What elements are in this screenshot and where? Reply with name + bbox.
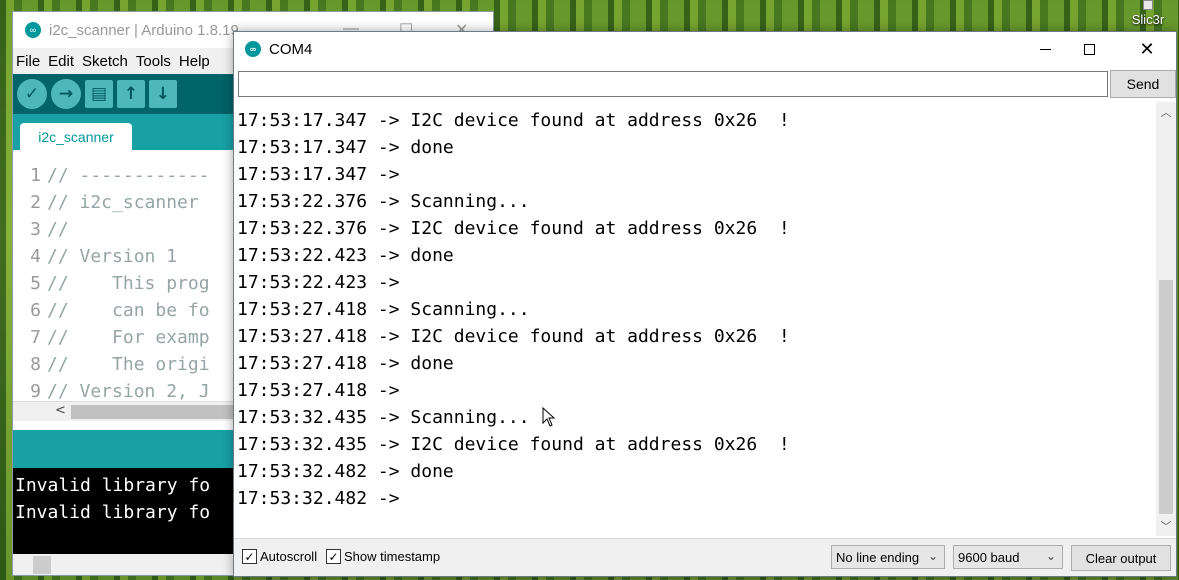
- arrow-down-icon: ↓: [155, 84, 171, 104]
- code-text: // Version 1: [47, 246, 178, 267]
- menu-file[interactable]: File: [16, 53, 40, 70]
- minimize-button[interactable]: [1022, 32, 1068, 66]
- ide-window-title: i2c_scanner | Arduino 1.8.19: [49, 21, 239, 39]
- serial-output-line: 17:53:27.418 -> done: [237, 353, 454, 374]
- code-text: // For examp: [47, 327, 210, 348]
- code-text: //: [47, 219, 69, 240]
- send-button[interactable]: Send: [1110, 70, 1176, 98]
- code-text: // can be fo: [47, 300, 210, 321]
- serial-window-title: COM4: [269, 40, 313, 58]
- serial-output-line: 17:53:27.418 -> Scanning...: [237, 299, 530, 320]
- maximize-icon: [1083, 43, 1095, 55]
- arrow-up-icon: ↑: [123, 84, 139, 104]
- serial-output-line: 17:53:27.418 -> I2C device found at addr…: [237, 326, 790, 347]
- serial-output-line: 17:53:22.376 -> I2C device found at addr…: [237, 218, 790, 239]
- serial-send-input[interactable]: [238, 71, 1108, 97]
- code-text: // Version 2, J: [47, 381, 210, 402]
- scrollbar-thumb[interactable]: [33, 556, 51, 574]
- line-ending-select[interactable]: No line ending ⌄: [831, 545, 945, 569]
- maximize-button[interactable]: [1066, 32, 1112, 66]
- code-text: // This prog: [47, 273, 210, 294]
- code-text: // ------------: [47, 165, 210, 186]
- serial-output-line: 17:53:32.482 ->: [237, 488, 411, 509]
- scroll-up-icon[interactable]: ︿: [1156, 102, 1176, 122]
- tab-i2c-scanner[interactable]: i2c_scanner: [20, 123, 132, 150]
- serial-footer: ✓ Autoscroll ✓ Show timestamp No line en…: [234, 538, 1176, 576]
- serial-output-line: 17:53:17.347 -> done: [237, 137, 454, 158]
- save-sketch-button[interactable]: ↓: [149, 80, 177, 108]
- baud-rate-value: 9600 baud: [958, 549, 1020, 565]
- arduino-logo-icon: ∞: [25, 22, 41, 38]
- line-number: 9: [30, 381, 41, 402]
- open-sketch-button[interactable]: ↑: [117, 80, 145, 108]
- line-number: 5: [30, 273, 41, 294]
- serial-monitor-window[interactable]: ∞ COM4 ✕ Send 17:53:17.347 -> I2C device…: [233, 31, 1177, 577]
- serial-output-line: 17:53:22.423 ->: [237, 272, 411, 293]
- serial-output-line: 17:53:17.347 -> I2C device found at addr…: [237, 110, 790, 131]
- line-ending-value: No line ending: [836, 549, 920, 565]
- upload-button[interactable]: →: [51, 79, 81, 109]
- clear-output-button[interactable]: Clear output: [1071, 545, 1171, 571]
- serial-output[interactable]: 17:53:17.347 -> I2C device found at addr…: [235, 102, 1155, 536]
- serial-output-line: 17:53:32.435 -> I2C device found at addr…: [237, 434, 790, 455]
- line-number: 8: [30, 354, 41, 375]
- code-text: // The origi: [47, 354, 210, 375]
- serial-output-line: 17:53:32.435 -> Scanning...: [237, 407, 530, 428]
- check-icon: ✓: [24, 84, 40, 104]
- line-number: 3: [30, 219, 41, 240]
- serial-output-line: 17:53:22.376 -> Scanning...: [237, 191, 530, 212]
- send-row: Send: [238, 70, 1176, 98]
- desktop-shortcut-label: Slic3r: [1131, 12, 1165, 27]
- serial-output-line: 17:53:17.347 ->: [237, 164, 411, 185]
- minimize-icon: [1039, 48, 1051, 50]
- checkmark-icon: ✓: [242, 549, 257, 564]
- code-text: // i2c_scanner: [47, 192, 199, 213]
- verify-button[interactable]: ✓: [17, 79, 47, 109]
- desktop-shortcut-slic3r[interactable]: Slic3r: [1125, 0, 1171, 27]
- scrollbar-thumb[interactable]: [1159, 280, 1173, 514]
- close-icon: ✕: [1139, 38, 1155, 60]
- serial-output-line: 17:53:27.418 ->: [237, 380, 411, 401]
- close-button[interactable]: ✕: [1124, 32, 1170, 66]
- arrow-right-icon: →: [58, 84, 74, 104]
- scroll-down-icon[interactable]: ﹀: [1156, 516, 1176, 536]
- serial-output-line: 17:53:22.423 -> done: [237, 245, 454, 266]
- show-timestamp-label: Show timestamp: [344, 549, 441, 564]
- line-number: 6: [30, 300, 41, 321]
- menu-sketch[interactable]: Sketch: [82, 53, 128, 70]
- mouse-cursor-icon: [542, 407, 556, 427]
- chevron-down-icon: ⌄: [1045, 549, 1056, 563]
- new-sketch-button[interactable]: ▤: [85, 80, 113, 108]
- line-number: 1: [30, 165, 41, 186]
- serial-output-line: 17:53:32.482 -> done: [237, 461, 454, 482]
- new-file-icon: ▤: [90, 84, 108, 104]
- line-number: 2: [30, 192, 41, 213]
- line-number: 4: [30, 246, 41, 267]
- checkmark-icon: ✓: [326, 549, 341, 564]
- menu-edit[interactable]: Edit: [48, 53, 74, 70]
- autoscroll-checkbox[interactable]: ✓ Autoscroll: [242, 549, 317, 564]
- output-vertical-scrollbar[interactable]: ︿ ﹀: [1156, 102, 1176, 536]
- autoscroll-label: Autoscroll: [260, 549, 318, 564]
- chevron-left-icon[interactable]: <: [55, 403, 66, 418]
- baud-rate-select[interactable]: 9600 baud ⌄: [953, 545, 1063, 569]
- menu-help[interactable]: Help: [179, 53, 210, 70]
- menu-tools[interactable]: Tools: [136, 53, 171, 70]
- line-number: 7: [30, 327, 41, 348]
- arduino-logo-icon: ∞: [245, 41, 261, 57]
- slic3r-icon: [1143, 0, 1153, 10]
- show-timestamp-checkbox[interactable]: ✓ Show timestamp: [326, 549, 440, 564]
- chevron-down-icon: ⌄: [927, 549, 938, 563]
